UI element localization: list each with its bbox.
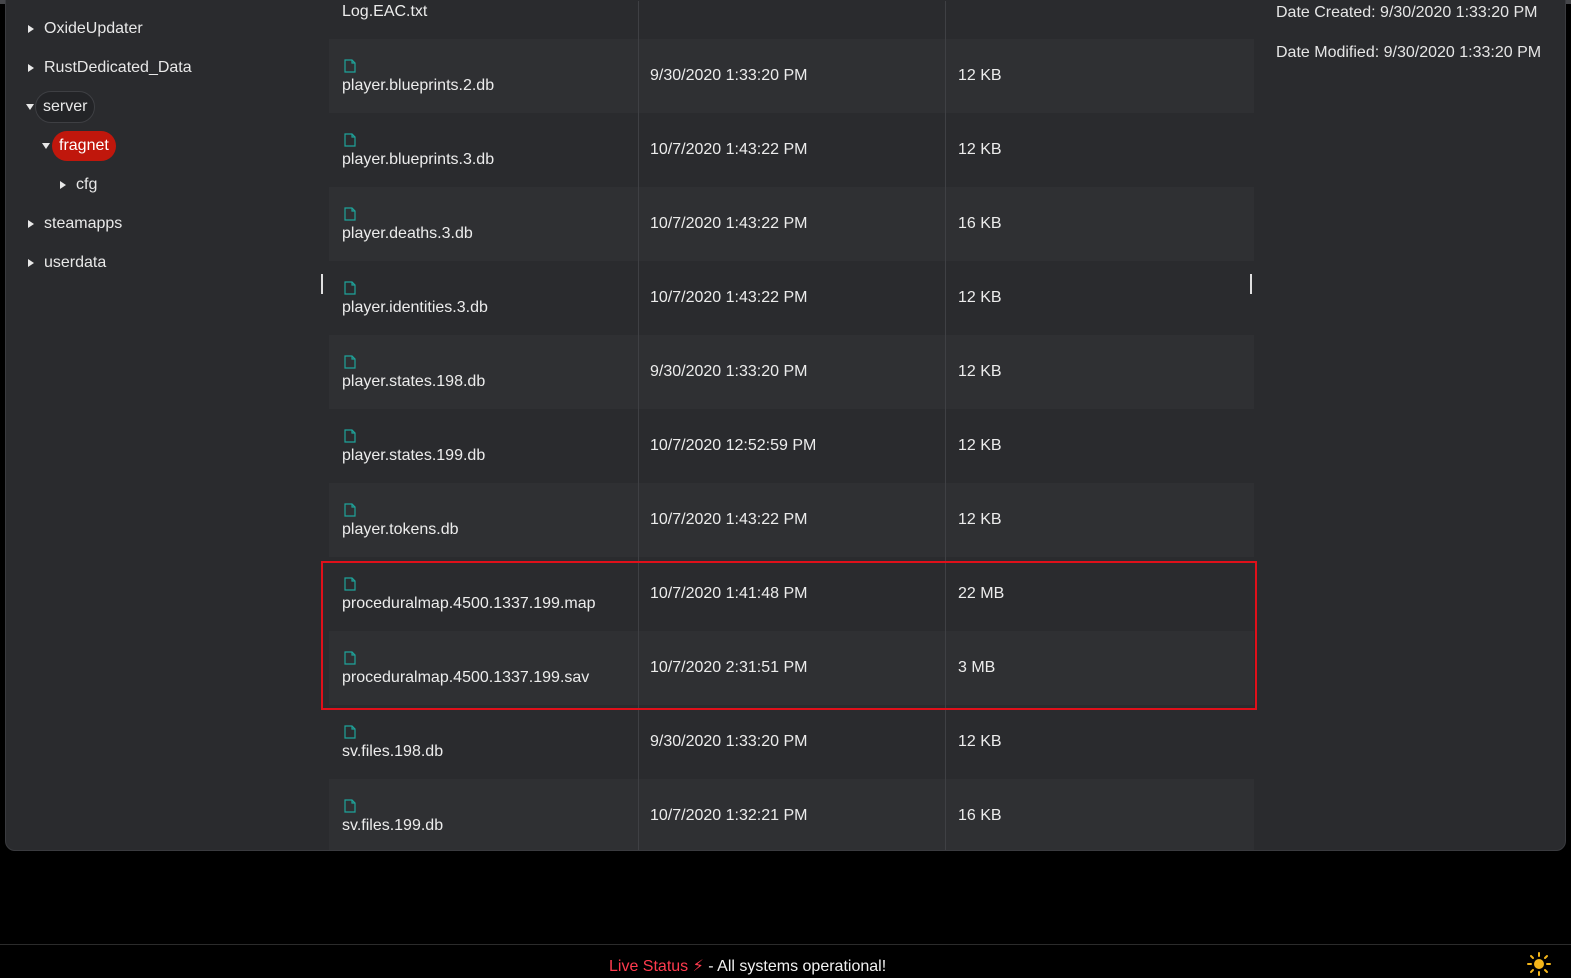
file-size: 16 KB (958, 215, 1002, 232)
file-size: 12 KB (958, 363, 1002, 380)
file-date: 10/7/2020 12:52:59 PM (650, 437, 817, 454)
file-name: sv.files.198.db (342, 743, 444, 760)
file-date: 10/7/2020 1:43:22 PM (650, 141, 808, 158)
live-status[interactable]: Live Status ⚡︎ - All systems operational… (609, 956, 886, 976)
tree-item-label: server (35, 91, 96, 123)
file-icon (344, 503, 356, 517)
table-row[interactable]: sv.files.198.db 9/30/2020 1:33:20 PM 12 KB (329, 705, 1254, 779)
file-name: player.tokens.db (342, 521, 459, 538)
column-divider (638, 1, 639, 850)
file-date: 10/7/2020 1:43:22 PM (650, 289, 808, 306)
file-name-cell: player.tokens.db (342, 483, 632, 557)
folder-tree: oxide OxideUpdater RustDedicated_Data se… (6, 0, 326, 850)
tree-item-label: OxideUpdater (44, 20, 143, 37)
tree-item-label: userdata (44, 254, 107, 271)
sidebar-resize-handle[interactable] (321, 274, 323, 294)
table-row[interactable]: player.blueprints.2.db 9/30/2020 1:33:20 … (329, 39, 1254, 113)
file-name-cell: Log.EAC.txt (342, 0, 632, 39)
tree-item-oxide[interactable]: oxide (28, 0, 82, 7)
chevron-right-icon[interactable] (28, 259, 34, 267)
tree-item-userdata[interactable]: userdata (28, 246, 106, 280)
chevron-right-icon[interactable] (28, 25, 34, 33)
file-icon (344, 281, 356, 295)
file-date: 9/30/2020 1:33:20 PM (650, 733, 808, 750)
file-size: 12 KB (958, 437, 1002, 454)
file-name: player.deaths.3.db (342, 225, 473, 242)
tree-item-server[interactable]: server (26, 90, 96, 124)
tree-item-cfg[interactable]: cfg (60, 168, 97, 202)
chevron-right-icon[interactable] (28, 64, 34, 72)
file-name-cell: player.blueprints.3.db (342, 113, 632, 187)
file-name-cell: player.identities.3.db (342, 261, 632, 335)
file-size: 12 KB (958, 289, 1002, 306)
tree-item-fragnet[interactable]: fragnet (42, 129, 116, 163)
table-row[interactable]: sv.files.199.db 10/7/2020 1:32:21 PM 16 KB (329, 779, 1254, 850)
file-browser-panel: oxide OxideUpdater RustDedicated_Data se… (5, 0, 1566, 851)
table-row[interactable]: Log.EAC.txt (329, 0, 1254, 39)
file-size: 12 KB (958, 141, 1002, 158)
file-name-cell: player.deaths.3.db (342, 187, 632, 261)
file-name: player.states.198.db (342, 373, 486, 390)
table-row[interactable]: player.states.198.db 9/30/2020 1:33:20 PM… (329, 335, 1254, 409)
tree-item-steamapps[interactable]: steamapps (28, 207, 122, 241)
tree-item-label: fragnet (52, 131, 116, 161)
file-name: player.blueprints.3.db (342, 151, 495, 168)
tree-item-rustdedicated-data[interactable]: RustDedicated_Data (28, 51, 192, 85)
file-date: 9/30/2020 1:33:20 PM (650, 67, 808, 84)
details-date-created: Date Created: 9/30/2020 1:33:20 PM (1276, 4, 1538, 21)
lightning-bolt-icon: ⚡︎ (692, 958, 704, 975)
file-icon (344, 799, 356, 813)
column-divider (945, 1, 946, 850)
chevron-down-icon[interactable] (42, 143, 50, 149)
file-icon (344, 207, 356, 221)
file-name-cell: player.states.199.db (342, 409, 632, 483)
file-date: 10/7/2020 1:43:22 PM (650, 511, 808, 528)
file-name: player.states.199.db (342, 447, 486, 464)
highlight-box (321, 561, 1257, 710)
file-name: player.blueprints.2.db (342, 77, 495, 94)
file-name: Log.EAC.txt (342, 3, 428, 20)
file-name: sv.files.199.db (342, 817, 444, 834)
file-size: 12 KB (958, 733, 1002, 750)
file-name: player.identities.3.db (342, 299, 488, 316)
details-date-modified: Date Modified: 9/30/2020 1:33:20 PM (1276, 44, 1542, 61)
file-name-cell: player.states.198.db (342, 335, 632, 409)
tree-item-label: cfg (76, 176, 98, 193)
file-icon (344, 355, 356, 369)
sun-icon[interactable] (1527, 952, 1551, 976)
chevron-right-icon[interactable] (28, 220, 34, 228)
chevron-down-icon[interactable] (26, 104, 34, 110)
footer-divider (0, 944, 1571, 945)
file-icon (344, 429, 356, 443)
tree-item-label: RustDedicated_Data (44, 59, 192, 76)
file-size: 12 KB (958, 67, 1002, 84)
file-icon (344, 59, 356, 73)
file-name-cell: player.blueprints.2.db (342, 39, 632, 113)
file-date: 10/7/2020 1:32:21 PM (650, 807, 808, 824)
file-name-cell: sv.files.198.db (342, 705, 632, 779)
status-message: - All systems operational! (703, 958, 887, 975)
table-row[interactable]: player.tokens.db 10/7/2020 1:43:22 PM 12 K… (329, 483, 1254, 557)
table-row[interactable]: player.deaths.3.db 10/7/2020 1:43:22 PM 16… (329, 187, 1254, 261)
file-icon (344, 133, 356, 147)
details-resize-handle[interactable] (1250, 274, 1252, 294)
table-row[interactable]: player.blueprints.3.db 10/7/2020 1:43:22 … (329, 113, 1254, 187)
file-name-cell: sv.files.199.db (342, 779, 632, 850)
file-size: 12 KB (958, 511, 1002, 528)
file-table: Log.EAC.txt player.blueprints.2.db 9/30/20… (329, 0, 1254, 850)
tree-item-oxideupdater[interactable]: OxideUpdater (28, 12, 143, 46)
table-row[interactable]: player.identities.3.db 10/7/2020 1:43:22 … (329, 261, 1254, 335)
file-date: 10/7/2020 1:43:22 PM (650, 215, 808, 232)
file-size: 16 KB (958, 807, 1002, 824)
chevron-right-icon[interactable] (60, 181, 66, 189)
tree-item-label: steamapps (44, 215, 123, 232)
table-row[interactable]: player.states.199.db 10/7/2020 12:52:59 P… (329, 409, 1254, 483)
file-icon (344, 725, 356, 739)
file-date: 9/30/2020 1:33:20 PM (650, 363, 808, 380)
live-status-label: Live Status (609, 958, 689, 975)
